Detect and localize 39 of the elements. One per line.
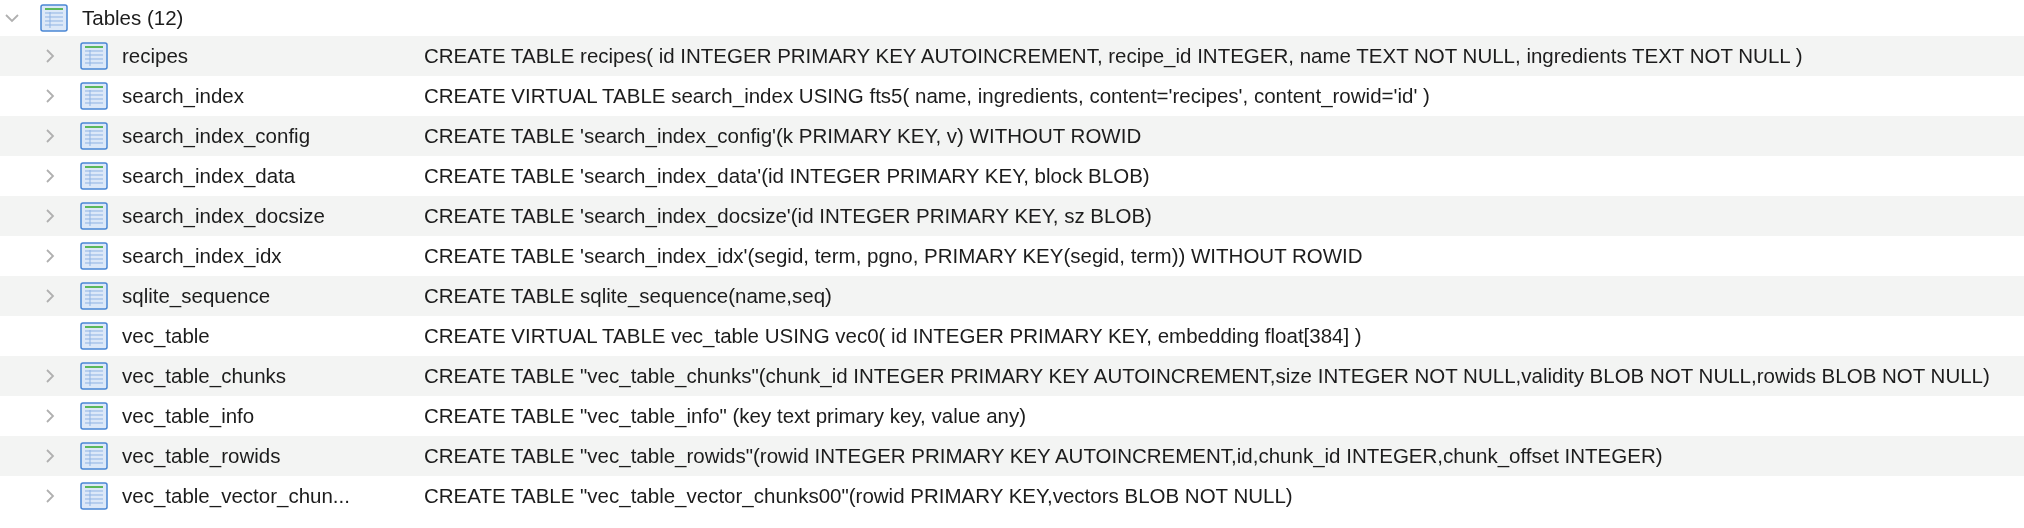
create-statement: CREATE VIRTUAL TABLE search_index USING fts5( name, ingredients, content='recipes', content_rowid='id' ) [424, 84, 1430, 108]
create-statement: CREATE TABLE 'search_index_data'(id INTEGER PRIMARY KEY, block BLOB) [424, 164, 1150, 188]
table-name[interactable]: vec_table_chunks [122, 364, 424, 388]
table-icon [80, 202, 108, 230]
table-name[interactable]: sqlite_sequence [122, 284, 424, 308]
table-icon [80, 482, 108, 510]
table-name[interactable]: search_index_data [122, 164, 424, 188]
create-statement: CREATE TABLE "vec_table_vector_chunks00"(rowid PRIMARY KEY,vectors BLOB NOT NULL) [424, 484, 1293, 508]
group-label[interactable]: Tables (12) [82, 6, 184, 30]
table-icon [80, 322, 108, 350]
table-name[interactable]: vec_table_rowids [122, 444, 424, 468]
table-icon [40, 4, 68, 32]
create-statement: CREATE TABLE "vec_table_info" (key text primary key, value any) [424, 404, 1027, 428]
table-icon [80, 162, 108, 190]
create-statement: CREATE TABLE 'search_index_idx'(segid, term, pgno, PRIMARY KEY(segid, term)) WITHOUT ROWID [424, 244, 1363, 268]
create-statement: CREATE TABLE "vec_table_chunks"(chunk_id INTEGER PRIMARY KEY AUTOINCREMENT,size INTEGER NOT NULL,validity BLOB NOT NULL,rowids BLOB NOT NULL) [424, 364, 1990, 388]
table-icon [80, 242, 108, 270]
create-statement: CREATE VIRTUAL TABLE vec_table USING vec0( id INTEGER PRIMARY KEY, embedding float[384] ) [424, 324, 1362, 348]
table-name[interactable]: vec_table [122, 324, 424, 348]
table-row[interactable]: vec_table CREATE VIRTUAL TABLE vec_table USING vec0( id INTEGER PRIMARY KEY, embedding float[384] ) [0, 316, 2024, 356]
table-name[interactable]: recipes [122, 44, 424, 68]
create-statement: CREATE TABLE "vec_table_rowids"(rowid INTEGER PRIMARY KEY AUTOINCREMENT,id,chunk_id INTEGER,chunk_offset INTEGER) [424, 444, 1663, 468]
table-name[interactable]: vec_table_vector_chun... [122, 484, 424, 508]
table-name[interactable]: vec_table_info [122, 404, 424, 428]
create-statement: CREATE TABLE 'search_index_config'(k PRIMARY KEY, v) WITHOUT ROWID [424, 124, 1142, 148]
table-name[interactable]: search_index_config [122, 124, 424, 148]
table-icon [80, 122, 108, 150]
create-statement: CREATE TABLE 'search_index_docsize'(id INTEGER PRIMARY KEY, sz BLOB) [424, 204, 1152, 228]
create-statement: CREATE TABLE sqlite_sequence(name,seq) [424, 284, 832, 308]
table-name[interactable]: search_index_idx [122, 244, 424, 268]
table-name[interactable]: search_index [122, 84, 424, 108]
table-icon [80, 282, 108, 310]
create-statement: CREATE TABLE recipes( id INTEGER PRIMARY KEY AUTOINCREMENT, recipe_id INTEGER, name TEXT NOT NULL, ingredients TEXT NOT NULL ) [424, 44, 1803, 68]
table-name[interactable]: search_index_docsize [122, 204, 424, 228]
table-icon [80, 82, 108, 110]
table-icon [80, 442, 108, 470]
table-icon [80, 42, 108, 70]
table-icon [80, 402, 108, 430]
table-icon [80, 362, 108, 390]
